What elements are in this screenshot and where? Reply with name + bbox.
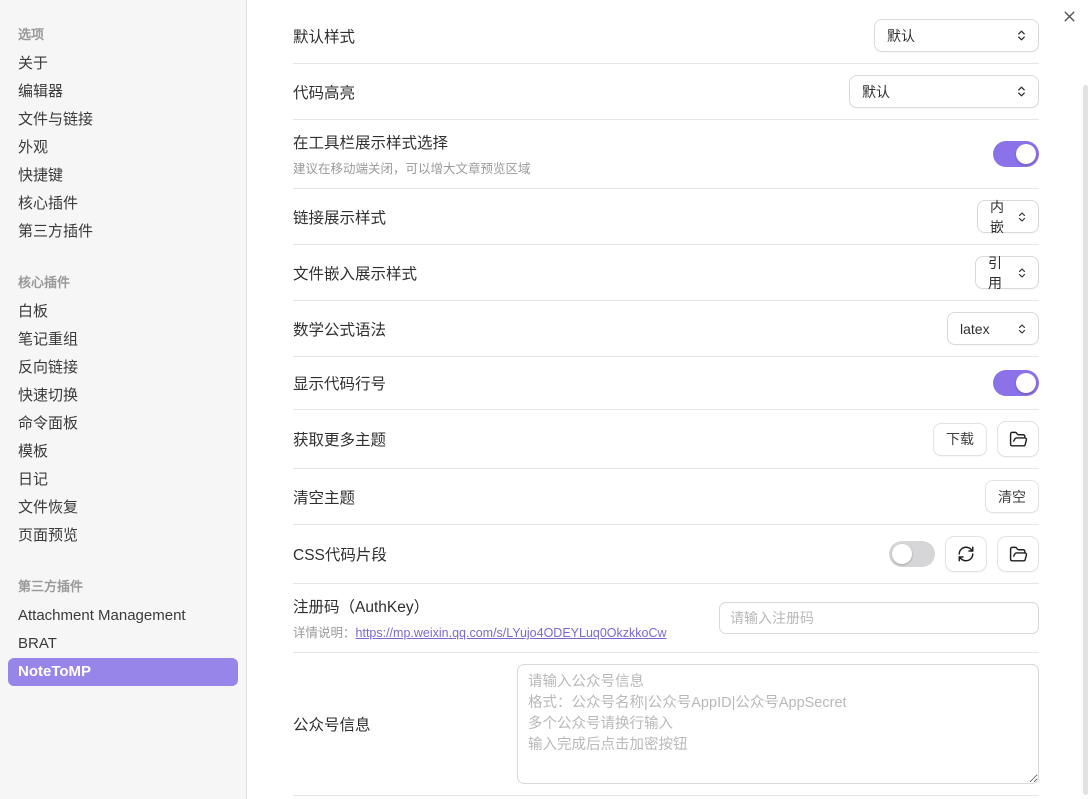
open-theme-folder-button[interactable] [997, 421, 1039, 457]
sidebar-item-community-plugins[interactable]: 第三方插件 [8, 218, 238, 246]
open-css-folder-button[interactable] [997, 536, 1039, 572]
setting-row-mp-info: 公众号信息 [293, 653, 1039, 796]
setting-row-embed-style: 文件嵌入展示样式 引用 [293, 245, 1039, 301]
setting-label: 注册码（AuthKey） [293, 595, 667, 617]
sidebar-section-title: 第三方插件 [8, 576, 238, 598]
sidebar-item-templates[interactable]: 模板 [8, 438, 238, 466]
setting-label: CSS代码片段 [293, 543, 387, 565]
select-value: 引用 [988, 253, 1006, 293]
clear-theme-button[interactable]: 清空 [985, 480, 1039, 513]
mp-info-textarea[interactable] [517, 664, 1039, 784]
setting-label: 公众号信息 [293, 713, 371, 735]
css-snippet-toggle[interactable] [889, 541, 935, 567]
setting-row-link-style: 链接展示样式 内嵌 [293, 189, 1039, 245]
chevrons-up-down-icon [1015, 85, 1028, 98]
code-highlight-select[interactable]: 默认 [849, 75, 1039, 108]
sidebar-item-hotkeys[interactable]: 快捷键 [8, 162, 238, 190]
sidebar-item-editor[interactable]: 编辑器 [8, 78, 238, 106]
settings-sidebar: 选项 关于 编辑器 文件与链接 外观 快捷键 核心插件 第三方插件 核心插件 白… [0, 0, 247, 799]
sidebar-item-core-plugins[interactable]: 核心插件 [8, 190, 238, 218]
close-button[interactable] [1059, 6, 1079, 26]
sidebar-section-core-plugins: 核心插件 白板 笔记重组 反向链接 快速切换 命令面板 模板 日记 文件恢复 页… [8, 272, 238, 550]
sidebar-item-file-recovery[interactable]: 文件恢复 [8, 494, 238, 522]
chevrons-up-down-icon [1015, 29, 1028, 42]
refresh-icon [957, 545, 975, 563]
setting-row-line-numbers: 显示代码行号 [293, 357, 1039, 410]
auth-key-help-link[interactable]: https://mp.weixin.qq.com/s/LYujo4ODEYLuq… [356, 626, 667, 640]
setting-label: 在工具栏展示样式选择 [293, 131, 531, 153]
folder-open-icon [1009, 545, 1028, 564]
sidebar-item-note-composer[interactable]: 笔记重组 [8, 326, 238, 354]
setting-row-auth-key: 注册码（AuthKey） 详情说明：https://mp.weixin.qq.c… [293, 584, 1039, 653]
setting-label: 显示代码行号 [293, 372, 386, 394]
plugin-settings-panel: 默认样式 默认 代码高亮 默认 在工具栏展示样式选择 建议在移动端关闭，可以增大… [248, 0, 1091, 799]
select-value: 内嵌 [990, 197, 1006, 237]
vertical-scrollbar[interactable] [1083, 85, 1088, 795]
chevrons-up-down-icon [1016, 267, 1028, 279]
setting-label: 代码高亮 [293, 81, 355, 103]
sidebar-item-canvas[interactable]: 白板 [8, 298, 238, 326]
sidebar-item-appearance[interactable]: 外观 [8, 134, 238, 162]
toolbar-style-toggle[interactable] [993, 141, 1039, 167]
sidebar-item-notetomp[interactable]: NoteToMP [8, 658, 238, 686]
sidebar-item-command-palette[interactable]: 命令面板 [8, 410, 238, 438]
select-value: 默认 [862, 82, 890, 102]
toggle-knob [1016, 144, 1036, 164]
setting-description: 建议在移动端关闭，可以增大文章预览区域 [293, 158, 531, 177]
auth-key-desc-prefix: 详情说明： [293, 626, 356, 640]
setting-label: 获取更多主题 [293, 428, 386, 450]
sidebar-item-page-preview[interactable]: 页面预览 [8, 522, 238, 550]
setting-row-default-style: 默认样式 默认 [293, 8, 1039, 64]
select-value: latex [960, 321, 990, 337]
select-value: 默认 [887, 26, 915, 46]
setting-label-group: 在工具栏展示样式选择 建议在移动端关闭，可以增大文章预览区域 [293, 131, 531, 177]
close-icon [1061, 8, 1078, 25]
sidebar-item-about[interactable]: 关于 [8, 50, 238, 78]
setting-label: 链接展示样式 [293, 206, 386, 228]
setting-row-css-snippet: CSS代码片段 [293, 525, 1039, 584]
setting-row-code-highlight: 代码高亮 默认 [293, 64, 1039, 120]
setting-label: 清空主题 [293, 486, 355, 508]
toggle-knob [1016, 373, 1036, 393]
sidebar-item-daily-notes[interactable]: 日记 [8, 466, 238, 494]
sidebar-section-options: 选项 关于 编辑器 文件与链接 外观 快捷键 核心插件 第三方插件 [8, 24, 238, 246]
embed-style-select[interactable]: 引用 [975, 256, 1039, 289]
setting-row-toolbar-style: 在工具栏展示样式选择 建议在移动端关闭，可以增大文章预览区域 [293, 120, 1039, 189]
setting-row-math-syntax: 数学公式语法 latex [293, 301, 1039, 357]
sidebar-section-title: 选项 [8, 24, 238, 46]
chevrons-up-down-icon [1016, 211, 1028, 223]
setting-label: 文件嵌入展示样式 [293, 262, 417, 284]
sidebar-item-attachment-management[interactable]: Attachment Management [8, 602, 238, 630]
link-style-select[interactable]: 内嵌 [977, 200, 1039, 233]
sidebar-item-brat[interactable]: BRAT [8, 630, 238, 658]
auth-key-input[interactable] [719, 602, 1039, 634]
sidebar-section-community-plugins: 第三方插件 Attachment Management BRAT NoteToM… [8, 576, 238, 686]
default-style-select[interactable]: 默认 [874, 19, 1039, 52]
sidebar-section-title: 核心插件 [8, 272, 238, 294]
chevrons-up-down-icon [1016, 323, 1028, 335]
sidebar-item-files-links[interactable]: 文件与链接 [8, 106, 238, 134]
download-theme-button[interactable]: 下载 [933, 423, 987, 456]
setting-label: 数学公式语法 [293, 318, 386, 340]
setting-description: 详情说明：https://mp.weixin.qq.com/s/LYujo4OD… [293, 622, 667, 641]
setting-row-more-themes: 获取更多主题 下载 [293, 410, 1039, 469]
sidebar-item-quick-switcher[interactable]: 快速切换 [8, 382, 238, 410]
refresh-css-button[interactable] [945, 536, 987, 572]
math-syntax-select[interactable]: latex [947, 312, 1039, 345]
setting-label-group: 注册码（AuthKey） 详情说明：https://mp.weixin.qq.c… [293, 595, 667, 641]
setting-label: 默认样式 [293, 25, 355, 47]
line-numbers-toggle[interactable] [993, 370, 1039, 396]
sidebar-item-backlinks[interactable]: 反向链接 [8, 354, 238, 382]
setting-row-clear-theme: 清空主题 清空 [293, 469, 1039, 525]
folder-open-icon [1009, 430, 1028, 449]
toggle-knob [892, 544, 912, 564]
